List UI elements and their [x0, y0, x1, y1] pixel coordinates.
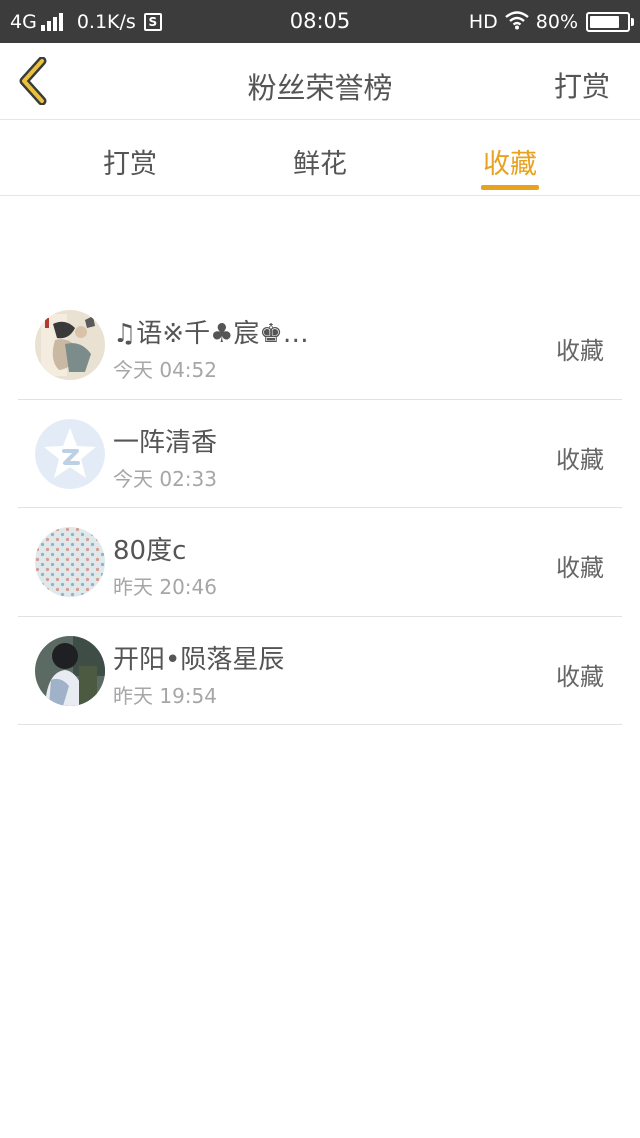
list-item[interactable]: 80度c 昨天 20:46 收藏 [18, 508, 622, 617]
action-label: 收藏 [556, 445, 604, 474]
battery-level [590, 16, 619, 28]
user-name: 一阵清香 [113, 427, 218, 458]
artwork-avatar[interactable] [35, 310, 105, 380]
page-title: 粉丝荣誉榜 [247, 71, 393, 105]
hd-indicator: HD [468, 11, 498, 33]
timestamp: 昨天 19:54 [113, 683, 217, 708]
timestamp: 今天 04:52 [113, 358, 217, 382]
list-item[interactable]: 一阵清香 今天 02:33 收藏 [18, 400, 622, 508]
default-qzone-avatar[interactable] [35, 418, 105, 489]
wifi-icon [504, 10, 530, 35]
tab-reward[interactable]: 打赏 [70, 142, 190, 181]
action-label: 收藏 [556, 662, 604, 691]
active-tab-indicator [481, 185, 539, 190]
user-name: ♫语※千♣宸♚… [113, 319, 309, 349]
tab-favorites[interactable]: 收藏 [450, 142, 570, 181]
action-label: 收藏 [556, 337, 604, 365]
battery-icon [586, 12, 634, 32]
user-name: 80度c [113, 536, 187, 566]
tab-bar: 打赏 鲜花 收藏 [0, 121, 640, 196]
timestamp: 今天 02:33 [113, 466, 217, 491]
status-right: HD 80% [468, 9, 634, 35]
photo-avatar[interactable] [35, 635, 105, 706]
app-header: 粉丝荣誉榜 打赏 [0, 43, 640, 120]
timestamp: 昨天 20:46 [113, 575, 217, 599]
status-bar: 4G 0.1K/s S 08:05 HD 80% [0, 0, 640, 43]
tab-flowers[interactable]: 鲜花 [260, 142, 380, 181]
list-item[interactable]: ♫语※千♣宸♚… 今天 04:52 收藏 [18, 291, 622, 400]
action-label: 收藏 [556, 554, 604, 582]
battery-percent: 80% [535, 11, 578, 33]
fan-list: ♫语※千♣宸♚… 今天 04:52 收藏 一阵清香 今天 02:33 收藏 80… [18, 291, 622, 725]
list-item[interactable]: 开阳•陨落星辰 昨天 19:54 收藏 [18, 617, 622, 725]
user-name: 开阳•陨落星辰 [113, 644, 285, 675]
reward-button[interactable]: 打赏 [554, 65, 610, 105]
pattern-avatar[interactable] [35, 527, 105, 597]
